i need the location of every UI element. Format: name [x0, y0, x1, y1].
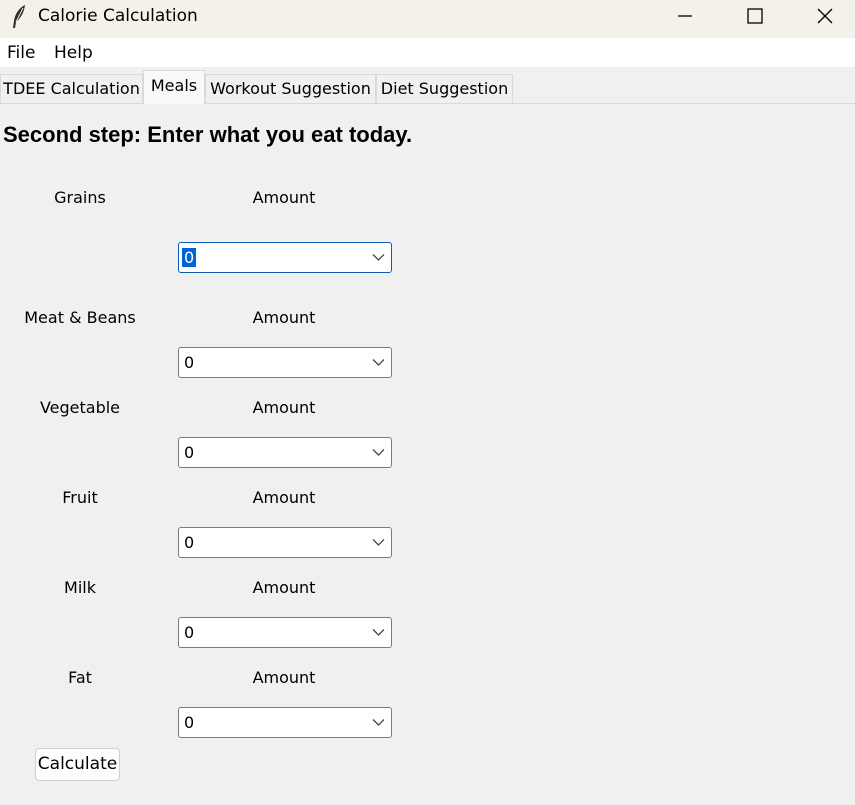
fruit-amount-value: 0	[184, 533, 195, 552]
milk-amount-value: 0	[184, 623, 195, 642]
page-heading: Second step: Enter what you eat today.	[3, 122, 413, 147]
tab-strip: TDEE Calculation Meals Workout Suggestio…	[0, 67, 855, 104]
close-button[interactable]	[790, 0, 855, 32]
meat-beans-amount-value: 0	[184, 353, 195, 372]
food-label-fat: Fat	[68, 668, 92, 687]
tab-meals[interactable]: Meals	[143, 70, 205, 104]
meat-beans-amount-combobox[interactable]: 0	[178, 347, 392, 378]
chevron-down-icon	[372, 254, 385, 261]
food-label-milk: Milk	[64, 578, 96, 597]
amount-label-milk: Amount	[252, 578, 316, 597]
maximize-icon	[747, 8, 763, 24]
maximize-button[interactable]	[720, 0, 790, 32]
amount-label-fruit: Amount	[252, 488, 316, 507]
amount-label-fat: Amount	[252, 668, 316, 687]
food-label-vegetable: Vegetable	[39, 398, 121, 417]
food-label-grains: Grains	[54, 188, 106, 207]
chevron-down-icon	[372, 539, 385, 546]
amount-label-grains: Amount	[252, 188, 316, 207]
amount-label-vegetable: Amount	[252, 398, 316, 417]
fat-amount-combobox[interactable]: 0	[178, 707, 392, 738]
title-bar: Calorie Calculation	[0, 0, 855, 38]
minimize-icon	[678, 15, 692, 17]
tab-tdee-calculation[interactable]: TDEE Calculation	[0, 74, 143, 103]
food-label-meat-beans: Meat & Beans	[24, 308, 136, 327]
minimize-button[interactable]	[650, 0, 720, 32]
fat-amount-value: 0	[184, 713, 195, 732]
tab-diet-suggestion[interactable]: Diet Suggestion	[376, 74, 513, 103]
close-icon	[817, 8, 833, 24]
chevron-down-icon	[372, 629, 385, 636]
vegetable-amount-value: 0	[184, 443, 195, 462]
food-label-fruit: Fruit	[62, 488, 98, 507]
vegetable-amount-combobox[interactable]: 0	[178, 437, 392, 468]
feather-icon	[10, 4, 28, 30]
milk-amount-combobox[interactable]: 0	[178, 617, 392, 648]
amount-label-meat-beans: Amount	[252, 308, 316, 327]
grains-amount-value: 0	[182, 248, 197, 267]
window-title: Calorie Calculation	[38, 6, 198, 26]
fruit-amount-combobox[interactable]: 0	[178, 527, 392, 558]
calculate-button[interactable]: Calculate	[35, 748, 120, 781]
chevron-down-icon	[372, 449, 385, 456]
grains-amount-combobox[interactable]: 0	[178, 242, 392, 273]
menu-help[interactable]: Help	[54, 43, 93, 63]
menu-file[interactable]: File	[7, 43, 35, 63]
tab-workout-suggestion[interactable]: Workout Suggestion	[205, 74, 376, 103]
menu-bar: File Help	[0, 38, 855, 67]
chevron-down-icon	[372, 359, 385, 366]
chevron-down-icon	[372, 719, 385, 726]
